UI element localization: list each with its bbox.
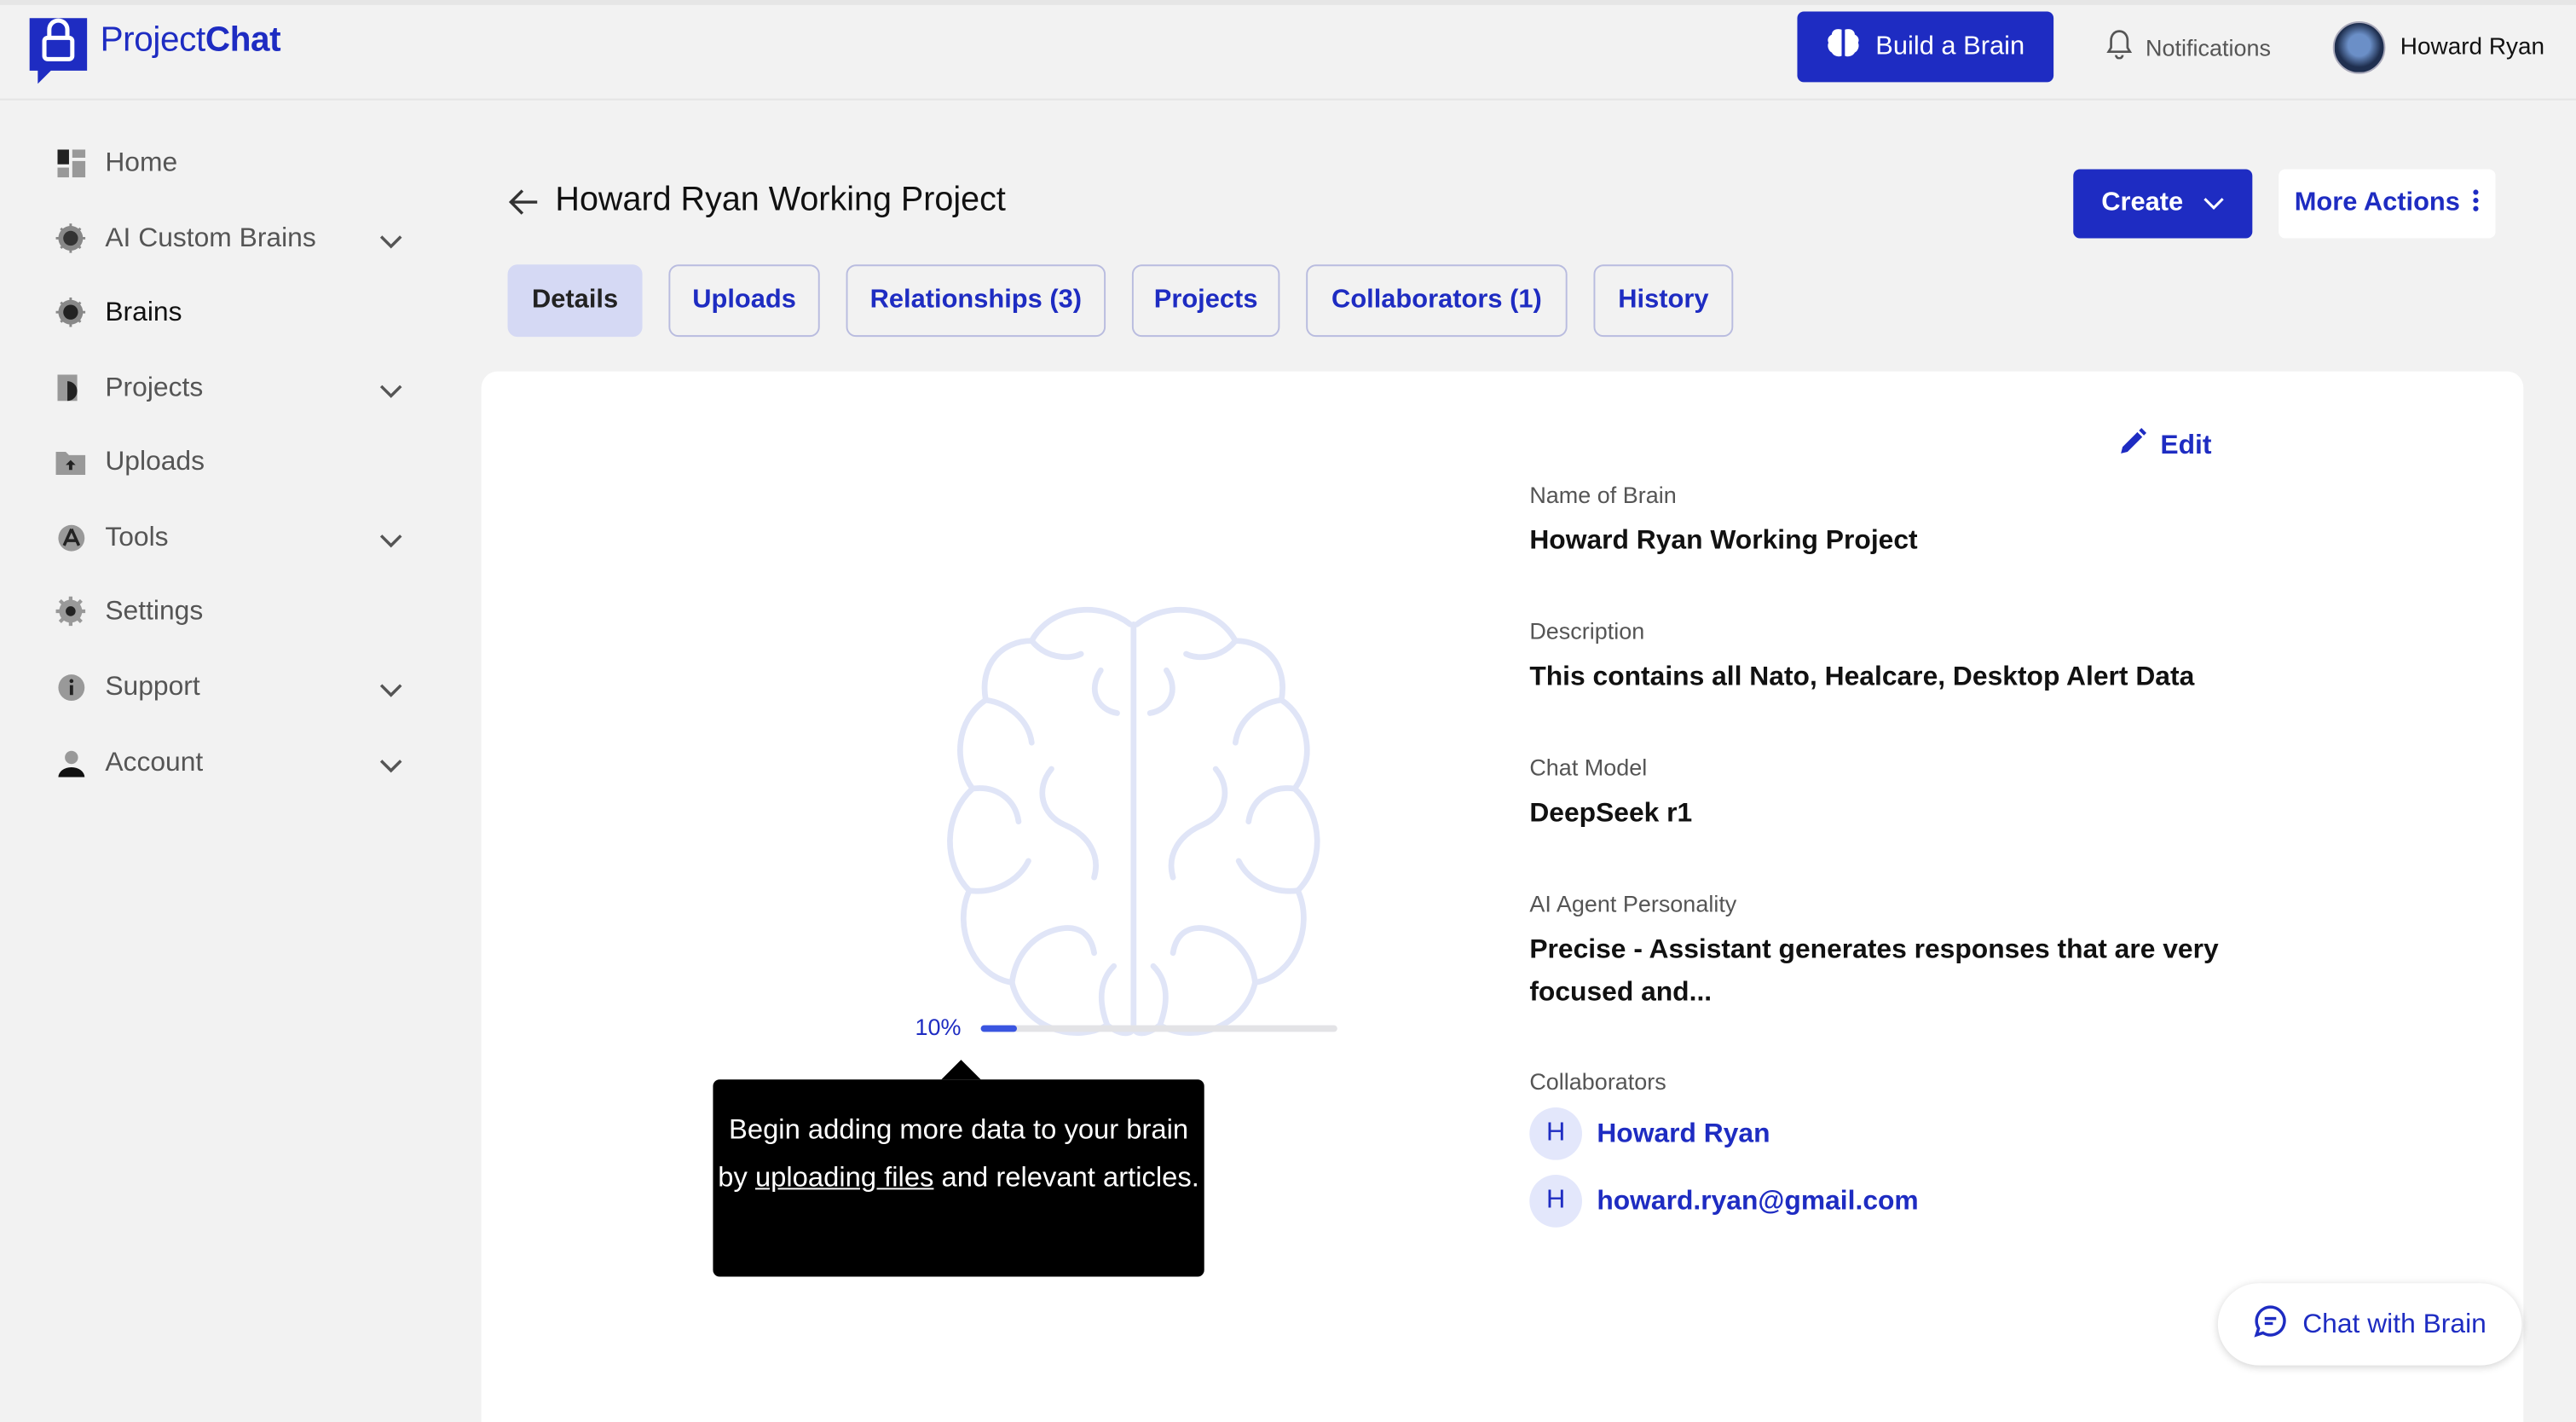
chat-with-brain-button[interactable]: Chat with Brain bbox=[2217, 1283, 2522, 1366]
sidebar-item-settings[interactable]: Settings bbox=[55, 590, 418, 633]
upload-hint-tooltip: Begin adding more data to your brain by … bbox=[713, 1060, 1204, 1277]
collaborator-email[interactable]: howard.ryan@gmail.com bbox=[1597, 1186, 1918, 1217]
bell-icon bbox=[2106, 30, 2133, 64]
collaborator-item[interactable]: H howard.ryan@gmail.com bbox=[1529, 1175, 1919, 1228]
top-bar: ProjectChat Build a Brain Notifications … bbox=[0, 0, 2576, 101]
collaborator-avatar: H bbox=[1529, 1175, 1582, 1228]
tools-icon bbox=[56, 523, 86, 552]
chat-with-brain-label: Chat with Brain bbox=[2302, 1309, 2486, 1338]
gear-icon bbox=[55, 596, 86, 627]
name-of-brain-label: Name of Brain bbox=[1529, 481, 1677, 508]
chip-icon bbox=[55, 223, 86, 253]
sidebar-item-label: Brains bbox=[105, 296, 182, 327]
back-arrow-icon[interactable] bbox=[508, 186, 541, 227]
create-button[interactable]: Create bbox=[2073, 169, 2253, 239]
sidebar-item-label: Tools bbox=[105, 521, 169, 552]
tab-uploads[interactable]: Uploads bbox=[668, 264, 820, 338]
collaborators-label: Collaborators bbox=[1529, 1067, 1666, 1095]
user-name: Howard Ryan bbox=[2400, 34, 2545, 61]
progress-label: 10% bbox=[915, 1014, 962, 1040]
brain-icon bbox=[1826, 28, 1859, 66]
sidebar-item-uploads[interactable]: Uploads bbox=[55, 441, 418, 483]
personality-value: Precise - Assistant generates responses … bbox=[1529, 934, 2219, 1008]
edit-button[interactable]: Edit bbox=[2119, 427, 2211, 463]
sidebar-item-label: Support bbox=[105, 671, 200, 701]
projects-icon bbox=[56, 373, 86, 402]
chevron-down-icon[interactable] bbox=[379, 376, 402, 408]
create-label: Create bbox=[2101, 188, 2184, 217]
notifications-label: Notifications bbox=[2146, 33, 2272, 61]
sidebar-item-ai-custom-brains[interactable]: AI Custom Brains bbox=[55, 217, 418, 259]
chevron-down-icon[interactable] bbox=[379, 751, 402, 783]
chevron-down-icon bbox=[2203, 189, 2224, 219]
sidebar-item-account[interactable]: Account bbox=[56, 741, 418, 783]
description-value: This contains all Nato, Healcare, Deskto… bbox=[1529, 662, 2195, 692]
chevron-down-icon[interactable] bbox=[379, 526, 402, 558]
sidebar-item-label: Account bbox=[105, 746, 204, 777]
sidebar-item-brains[interactable]: Brains bbox=[55, 291, 418, 333]
avatar bbox=[2332, 21, 2386, 74]
build-a-brain-button[interactable]: Build a Brain bbox=[1797, 11, 2054, 83]
collaborator-avatar: H bbox=[1529, 1107, 1582, 1160]
page-title: Howard Ryan Working Project bbox=[555, 181, 1006, 219]
sidebar-item-label: Projects bbox=[105, 372, 204, 402]
user-icon bbox=[56, 748, 86, 777]
personality-label: AI Agent Personality bbox=[1529, 890, 1737, 917]
sidebar-item-projects[interactable]: Projects bbox=[56, 367, 418, 409]
chip-icon bbox=[55, 297, 86, 327]
name-of-brain-value: Howard Ryan Working Project bbox=[1529, 525, 1918, 556]
chat-model-value: DeepSeek r1 bbox=[1529, 798, 1693, 829]
sidebar-item-support[interactable]: Support bbox=[56, 666, 418, 708]
tab-collaborators[interactable]: Collaborators (1) bbox=[1306, 264, 1568, 338]
more-actions-button[interactable]: More Actions bbox=[2279, 169, 2496, 239]
sidebar-item-label: Home bbox=[105, 147, 178, 177]
folder-upload-icon bbox=[55, 447, 86, 477]
sidebar-item-tools[interactable]: Tools bbox=[56, 516, 418, 558]
notifications-button[interactable]: Notifications bbox=[2106, 30, 2271, 64]
sidebar-item-label: Settings bbox=[105, 595, 204, 626]
user-menu[interactable]: Howard Ryan bbox=[2332, 21, 2545, 74]
tab-projects[interactable]: Projects bbox=[1131, 264, 1280, 338]
sidebar-item-label: Uploads bbox=[105, 446, 205, 476]
logo-lock-icon bbox=[26, 11, 90, 85]
pencil-icon bbox=[2119, 427, 2147, 463]
uploading-files-link[interactable]: uploading files bbox=[755, 1162, 934, 1194]
brain-illustration-icon bbox=[937, 604, 1331, 1056]
info-icon bbox=[56, 672, 86, 702]
tab-details[interactable]: Details bbox=[507, 264, 643, 338]
sidebar-item-label: AI Custom Brains bbox=[105, 223, 316, 252]
chat-model-label: Chat Model bbox=[1529, 754, 1648, 781]
build-a-brain-label: Build a Brain bbox=[1875, 32, 2025, 61]
tab-history[interactable]: History bbox=[1593, 264, 1734, 338]
collaborator-name[interactable]: Howard Ryan bbox=[1597, 1119, 1770, 1150]
kebab-menu-icon bbox=[2473, 188, 2480, 220]
sidebar-item-home[interactable]: Home bbox=[56, 142, 418, 184]
dashboard-icon bbox=[56, 147, 86, 177]
logo[interactable]: ProjectChat bbox=[26, 11, 281, 85]
chevron-down-icon[interactable] bbox=[379, 227, 402, 258]
chat-bubble-icon bbox=[2253, 1304, 2286, 1344]
logo-text: ProjectChat bbox=[100, 21, 281, 60]
more-actions-label: More Actions bbox=[2294, 188, 2460, 217]
description-label: Description bbox=[1529, 617, 1645, 645]
tab-relationships[interactable]: Relationships (3) bbox=[846, 264, 1106, 338]
chevron-down-icon[interactable] bbox=[379, 675, 402, 707]
progress-fill bbox=[980, 1025, 1017, 1032]
tooltip-text: and relevant articles. bbox=[933, 1161, 1199, 1194]
progress-bar bbox=[980, 1025, 1337, 1032]
collaborator-item[interactable]: H Howard Ryan bbox=[1529, 1107, 1770, 1160]
edit-label: Edit bbox=[2160, 429, 2212, 460]
